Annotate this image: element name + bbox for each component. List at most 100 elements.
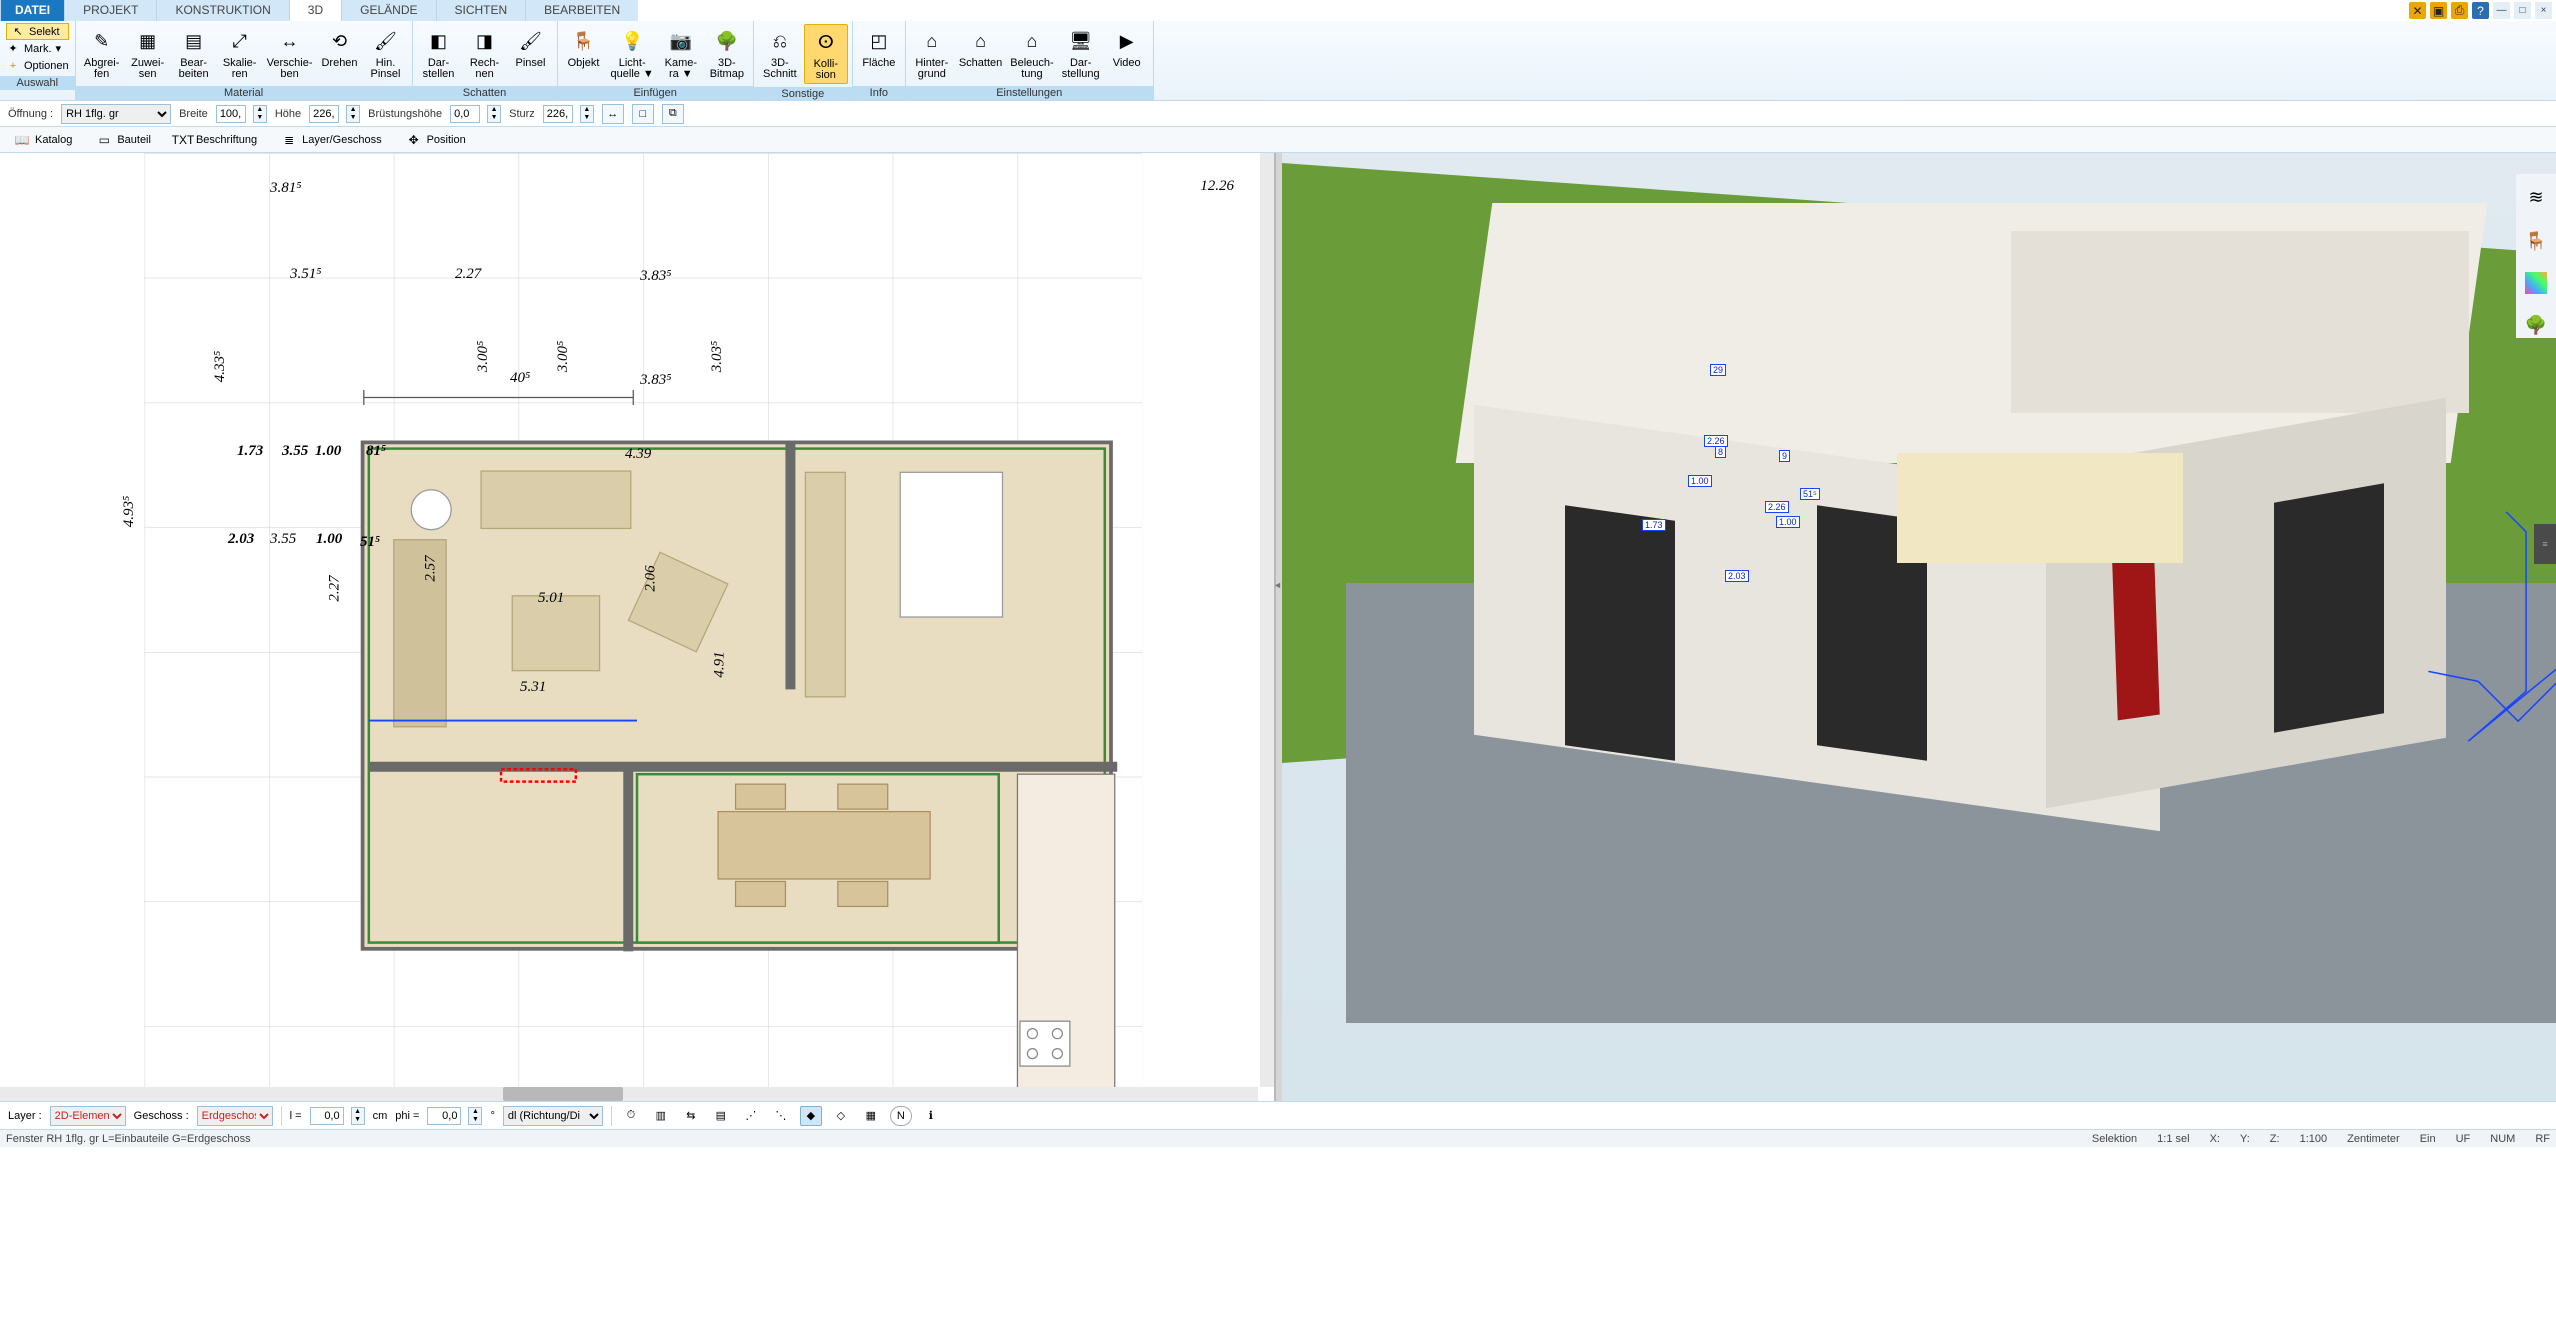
materials-icon[interactable] — [2525, 272, 2547, 294]
ribbon-objekt[interactable]: 🪑Objekt — [562, 24, 606, 71]
ribbon-verschieben[interactable]: ↔Verschie- ben — [264, 24, 316, 82]
ribbon-bearbeiten[interactable]: ▤Bear- beiten — [172, 24, 216, 82]
tool-icon-2[interactable]: ▣ — [2430, 2, 2447, 19]
menu-3d[interactable]: 3D — [289, 0, 341, 21]
ribbon-video[interactable]: ▶Video — [1105, 24, 1149, 71]
grid-icon[interactable]: ▦ — [860, 1106, 882, 1126]
scroll-horizontal[interactable] — [0, 1087, 1258, 1101]
menu-bearbeiten[interactable]: BEARBEITEN — [525, 0, 638, 21]
dim-left: 4.93⁵ — [121, 496, 138, 527]
dim-top-right: 12.26 — [1200, 178, 1234, 195]
ribbon-hintergrund[interactable]: ⌂Hinter- grund — [910, 24, 954, 82]
menu-gelaende[interactable]: GELÄNDE — [341, 0, 435, 21]
mode-select[interactable]: dl (Richtung/Di — [503, 1106, 603, 1126]
ribbon-lichtquelle[interactable]: 💡Licht- quelle ▼ — [608, 24, 657, 82]
ribbon-drehen[interactable]: ⟲Drehen — [318, 24, 362, 71]
ribbon-flaeche[interactable]: ◰Fläche — [857, 24, 901, 71]
layer-button[interactable]: ≣Layer/Geschoss — [275, 130, 387, 150]
mode-b[interactable]: □ — [632, 104, 654, 124]
sturz-input[interactable] — [543, 105, 573, 123]
window-minimize[interactable]: — — [2493, 2, 2510, 19]
hatch1-icon[interactable]: ⋰ — [740, 1106, 762, 1126]
window-maximize[interactable]: □ — [2514, 2, 2531, 19]
phi-input[interactable] — [427, 1107, 461, 1125]
options-button[interactable]: +Optionen — [6, 57, 69, 74]
dim-label[interactable]: 81⁵ — [366, 443, 386, 460]
clock-icon[interactable]: ⏱ — [620, 1106, 642, 1126]
dim-label: 4.39 — [625, 446, 651, 463]
ribbon-zuweisen[interactable]: ▦Zuwei- sen — [126, 24, 170, 82]
bauteil-button[interactable]: ▭Bauteil — [90, 130, 157, 150]
opening-select[interactable]: RH 1flg. gr — [61, 104, 171, 124]
stack-icon[interactable]: ▤ — [710, 1106, 732, 1126]
beschriftung-button[interactable]: TXTBeschriftung — [169, 130, 263, 150]
sturz-spinner[interactable]: ▲▼ — [580, 105, 594, 123]
tree-icon[interactable]: 🌳 — [2523, 312, 2549, 338]
pinsel-label: Pinsel — [516, 58, 546, 69]
window-close[interactable]: × — [2535, 2, 2552, 19]
dim-label[interactable]: 2.03 — [228, 531, 254, 548]
ribbon-3d-bitmap[interactable]: 🌳3D- Bitmap — [705, 24, 749, 82]
layers-toggle-icon[interactable]: ≋ — [2523, 184, 2549, 210]
mode-a[interactable]: ↔ — [602, 104, 624, 124]
menu-projekt[interactable]: PROJEKT — [64, 0, 156, 21]
tool-icon-1[interactable]: ✕ — [2409, 2, 2426, 19]
side-tab[interactable]: ≡ — [2534, 524, 2556, 564]
ribbon-schatten-ein[interactable]: ⌂Schatten — [956, 24, 1005, 71]
pane-2d[interactable]: 3.51⁵2.273.83⁵3.00⁵3.00⁵3.03⁵4.33⁵40⁵3.8… — [0, 153, 1276, 1101]
select-button[interactable]: ↖Selekt — [6, 23, 69, 40]
dim-label[interactable]: 1.73 — [237, 443, 263, 460]
breite-input[interactable] — [216, 105, 246, 123]
ribbon-kamera[interactable]: 📷Kame- ra ▼ — [659, 24, 703, 82]
sturz-label: Sturz — [509, 108, 535, 120]
mode-c[interactable]: ⧉ — [662, 104, 684, 124]
hoehe-input[interactable] — [309, 105, 339, 123]
l-spinner[interactable]: ▲▼ — [351, 1107, 365, 1125]
dim-label[interactable]: 51⁵ — [360, 534, 380, 551]
ribbon-hin-pinsel[interactable]: 🖌Hin. Pinsel — [364, 24, 408, 82]
window-icon[interactable]: ▥ — [650, 1106, 672, 1126]
bruestung-input[interactable] — [450, 105, 480, 123]
ribbon-skalieren[interactable]: ⤢Skalie- ren — [218, 24, 262, 82]
ribbon-darstellung[interactable]: 🖥Dar- stellung — [1059, 24, 1103, 82]
furniture-icon[interactable]: 🪑 — [2523, 228, 2549, 254]
dim-label[interactable]: 1.00 — [315, 443, 341, 460]
dim-label[interactable]: 3.55 — [282, 443, 308, 460]
ribbon-beleuchtung[interactable]: ⌂Beleuch- tung — [1007, 24, 1056, 82]
dim-label: 3.00⁵ — [555, 341, 572, 372]
wire-icon[interactable]: ◇ — [830, 1106, 852, 1126]
ribbon-3d-schnitt[interactable]: ⎌3D- Schnitt — [758, 24, 802, 82]
l-input[interactable] — [310, 1107, 344, 1125]
mark-button[interactable]: ✦Mark. ▾ — [6, 40, 69, 57]
hoehe-spinner[interactable]: ▲▼ — [346, 105, 360, 123]
main-split: 3.51⁵2.273.83⁵3.00⁵3.00⁵3.03⁵4.33⁵40⁵3.8… — [0, 153, 2556, 1101]
position-button[interactable]: ✥Position — [400, 130, 472, 150]
tool-icon-3[interactable]: ⎙ — [2451, 2, 2468, 19]
ribbon-darstellen[interactable]: ◧Dar- stellen — [417, 24, 461, 82]
menu-konstruktion[interactable]: KONSTRUKTION — [156, 0, 288, 21]
dim-label: 40⁵ — [510, 370, 530, 387]
info-icon[interactable]: ℹ — [920, 1106, 942, 1126]
bruestung-spinner[interactable]: ▲▼ — [487, 105, 501, 123]
ribbon-pinsel[interactable]: 🖌Pinsel — [509, 24, 553, 71]
geschoss-select[interactable]: Erdgeschos — [197, 1106, 273, 1126]
ribbon-abgreifen[interactable]: ✎Abgrei- fen — [80, 24, 124, 82]
status-z: Z: — [2270, 1133, 2280, 1145]
phi-spinner[interactable]: ▲▼ — [468, 1107, 482, 1125]
menu-sichten[interactable]: SICHTEN — [436, 0, 526, 21]
scroll-vertical[interactable] — [1260, 153, 1274, 1087]
layer-select[interactable]: 2D-Elemen — [50, 1106, 126, 1126]
mark-icon: ✦ — [6, 42, 20, 56]
pane-3d[interactable]: 292.26891.0051⁵2.261.001.732.03 — [1282, 153, 2556, 1101]
sync-icon[interactable]: ⇆ — [680, 1106, 702, 1126]
menu-datei[interactable]: DATEI — [0, 0, 64, 21]
shading-icon[interactable]: ◆ — [800, 1106, 822, 1126]
ribbon-kollision[interactable]: ⵙKolli- sion — [804, 24, 848, 84]
hatch2-icon[interactable]: ⋱ — [770, 1106, 792, 1126]
dim-label[interactable]: 1.00 — [316, 531, 342, 548]
breite-spinner[interactable]: ▲▼ — [253, 105, 267, 123]
katalog-button[interactable]: 📖Katalog — [8, 130, 78, 150]
help-icon[interactable]: ? — [2472, 2, 2489, 19]
north-icon[interactable]: N — [890, 1106, 912, 1126]
ribbon-rechnen[interactable]: ◨Rech- nen — [463, 24, 507, 82]
